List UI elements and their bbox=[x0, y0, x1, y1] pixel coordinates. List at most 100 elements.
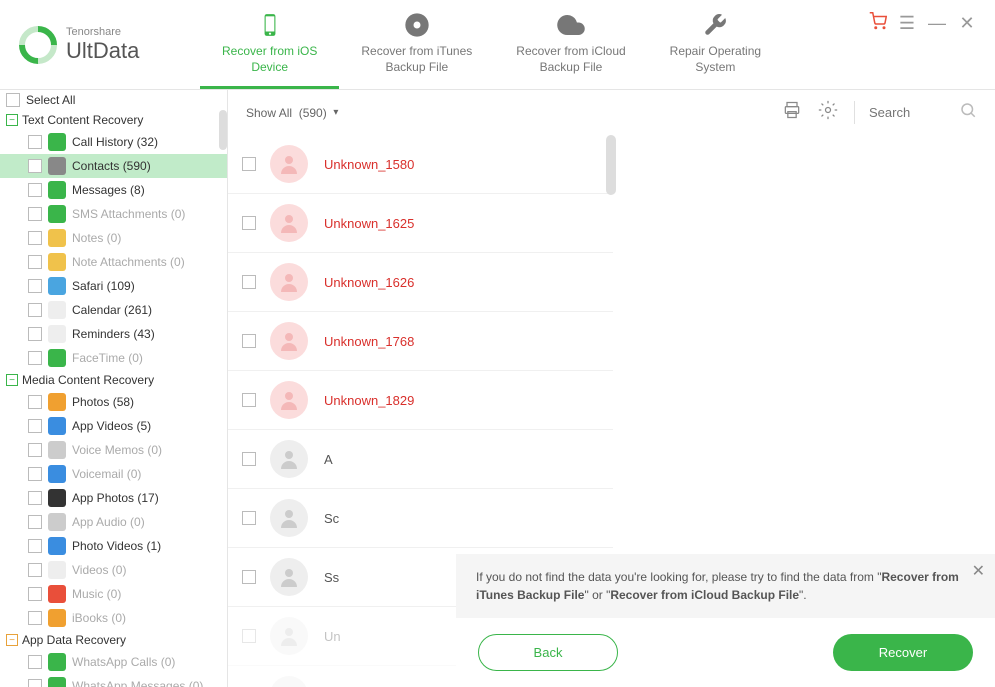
checkbox[interactable] bbox=[28, 443, 42, 457]
print-icon[interactable] bbox=[782, 100, 802, 125]
sidebar-item[interactable]: SMS Attachments (0) bbox=[0, 202, 227, 226]
sidebar-item[interactable]: Reminders (43) bbox=[0, 322, 227, 346]
checkbox[interactable] bbox=[242, 629, 256, 643]
section-header[interactable]: −App Data Recovery bbox=[0, 630, 227, 650]
chevron-down-icon: ▾ bbox=[333, 107, 338, 118]
checkbox[interactable] bbox=[242, 511, 256, 525]
cart-icon[interactable] bbox=[869, 12, 887, 35]
checkbox[interactable] bbox=[28, 515, 42, 529]
search-icon[interactable] bbox=[959, 101, 977, 124]
checkbox[interactable] bbox=[28, 655, 42, 669]
checkbox[interactable] bbox=[242, 334, 256, 348]
checkbox[interactable] bbox=[28, 611, 42, 625]
category-icon bbox=[48, 301, 66, 319]
tab-0[interactable]: Recover from iOSDevice bbox=[200, 0, 339, 89]
back-button[interactable]: Back bbox=[478, 634, 618, 671]
checkbox[interactable] bbox=[28, 563, 42, 577]
checkbox[interactable] bbox=[28, 351, 42, 365]
sidebar-item[interactable]: Voice Memos (0) bbox=[0, 438, 227, 462]
checkbox[interactable] bbox=[28, 539, 42, 553]
checkbox[interactable] bbox=[28, 231, 42, 245]
sidebar-item[interactable]: Photos (58) bbox=[0, 390, 227, 414]
checkbox[interactable] bbox=[242, 157, 256, 171]
checkbox[interactable] bbox=[28, 327, 42, 341]
logo-icon bbox=[18, 25, 58, 65]
menu-icon[interactable]: ☰ bbox=[897, 13, 917, 34]
contact-row[interactable]: Unknown_1625 bbox=[228, 194, 613, 253]
list-scrollbar[interactable] bbox=[606, 135, 616, 195]
contact-row[interactable]: Unknown_1580 bbox=[228, 135, 613, 194]
checkbox[interactable] bbox=[6, 93, 20, 107]
contact-row[interactable]: Unknown_1768 bbox=[228, 312, 613, 371]
checkbox[interactable] bbox=[28, 303, 42, 317]
contact-row[interactable]: Sc bbox=[228, 489, 613, 548]
contact-row[interactable]: Unknown_1626 bbox=[228, 253, 613, 312]
minimize-icon[interactable]: — bbox=[927, 13, 947, 34]
sidebar-item[interactable]: App Audio (0) bbox=[0, 510, 227, 534]
show-all-dropdown[interactable]: Show All (590) ▾ bbox=[246, 106, 338, 120]
sidebar-scrollbar[interactable] bbox=[219, 110, 227, 150]
sidebar-item[interactable]: Calendar (261) bbox=[0, 298, 227, 322]
sidebar-item[interactable]: Messages (8) bbox=[0, 178, 227, 202]
checkbox[interactable] bbox=[28, 135, 42, 149]
checkbox[interactable] bbox=[28, 419, 42, 433]
sidebar[interactable]: Select All −Text Content RecoveryCall Hi… bbox=[0, 90, 228, 687]
sidebar-item[interactable]: Call History (32) bbox=[0, 130, 227, 154]
sidebar-item[interactable]: App Photos (17) bbox=[0, 486, 227, 510]
expand-icon[interactable]: − bbox=[6, 374, 18, 386]
sidebar-item[interactable]: iBooks (0) bbox=[0, 606, 227, 630]
item-label: iBooks (0) bbox=[72, 611, 126, 625]
item-label: App Videos (5) bbox=[72, 419, 151, 433]
tab-label: Recover from iTunesBackup File bbox=[361, 44, 472, 75]
contact-name: A bbox=[324, 452, 333, 467]
checkbox[interactable] bbox=[242, 216, 256, 230]
category-icon bbox=[48, 653, 66, 671]
banner-close-icon[interactable]: ✕ bbox=[972, 560, 985, 584]
section-header[interactable]: −Text Content Recovery bbox=[0, 110, 227, 130]
sidebar-item[interactable]: Voicemail (0) bbox=[0, 462, 227, 486]
checkbox[interactable] bbox=[28, 255, 42, 269]
sidebar-item[interactable]: Contacts (590) bbox=[0, 154, 227, 178]
recover-button[interactable]: Recover bbox=[833, 634, 973, 671]
checkbox[interactable] bbox=[28, 159, 42, 173]
checkbox[interactable] bbox=[28, 183, 42, 197]
checkbox[interactable] bbox=[28, 279, 42, 293]
brand-company: Tenorshare bbox=[66, 26, 139, 38]
checkbox[interactable] bbox=[28, 587, 42, 601]
contact-row[interactable]: A bbox=[228, 430, 613, 489]
checkbox[interactable] bbox=[242, 452, 256, 466]
sidebar-item[interactable]: WhatsApp Calls (0) bbox=[0, 650, 227, 674]
checkbox[interactable] bbox=[242, 570, 256, 584]
sidebar-item[interactable]: FaceTime (0) bbox=[0, 346, 227, 370]
contact-row[interactable]: Unknown_1829 bbox=[228, 371, 613, 430]
tab-1[interactable]: Recover from iTunesBackup File bbox=[339, 0, 494, 89]
contact-name: Unknown_1580 bbox=[324, 157, 414, 172]
checkbox[interactable] bbox=[28, 679, 42, 687]
close-icon[interactable]: ✕ bbox=[957, 13, 977, 34]
checkbox[interactable] bbox=[242, 275, 256, 289]
section-header[interactable]: −Media Content Recovery bbox=[0, 370, 227, 390]
expand-icon[interactable]: − bbox=[6, 114, 18, 126]
sidebar-item[interactable]: WhatsApp Messages (0) bbox=[0, 674, 227, 687]
select-all[interactable]: Select All bbox=[0, 90, 227, 110]
sidebar-item[interactable]: Videos (0) bbox=[0, 558, 227, 582]
sidebar-item[interactable]: App Videos (5) bbox=[0, 414, 227, 438]
sidebar-item[interactable]: Safari (109) bbox=[0, 274, 227, 298]
item-label: Voice Memos (0) bbox=[72, 443, 162, 457]
sidebar-item[interactable]: Photo Videos (1) bbox=[0, 534, 227, 558]
checkbox[interactable] bbox=[242, 393, 256, 407]
tab-3[interactable]: Repair OperatingSystem bbox=[648, 0, 783, 89]
sidebar-item[interactable]: Music (0) bbox=[0, 582, 227, 606]
tab-label: Recover from iCloudBackup File bbox=[516, 44, 625, 75]
search-box[interactable] bbox=[854, 101, 977, 124]
tab-2[interactable]: Recover from iCloudBackup File bbox=[494, 0, 647, 89]
gear-icon[interactable] bbox=[818, 100, 838, 125]
search-input[interactable] bbox=[869, 105, 959, 120]
checkbox[interactable] bbox=[28, 491, 42, 505]
sidebar-item[interactable]: Notes (0) bbox=[0, 226, 227, 250]
checkbox[interactable] bbox=[28, 395, 42, 409]
checkbox[interactable] bbox=[28, 207, 42, 221]
expand-icon[interactable]: − bbox=[6, 634, 18, 646]
checkbox[interactable] bbox=[28, 467, 42, 481]
sidebar-item[interactable]: Note Attachments (0) bbox=[0, 250, 227, 274]
